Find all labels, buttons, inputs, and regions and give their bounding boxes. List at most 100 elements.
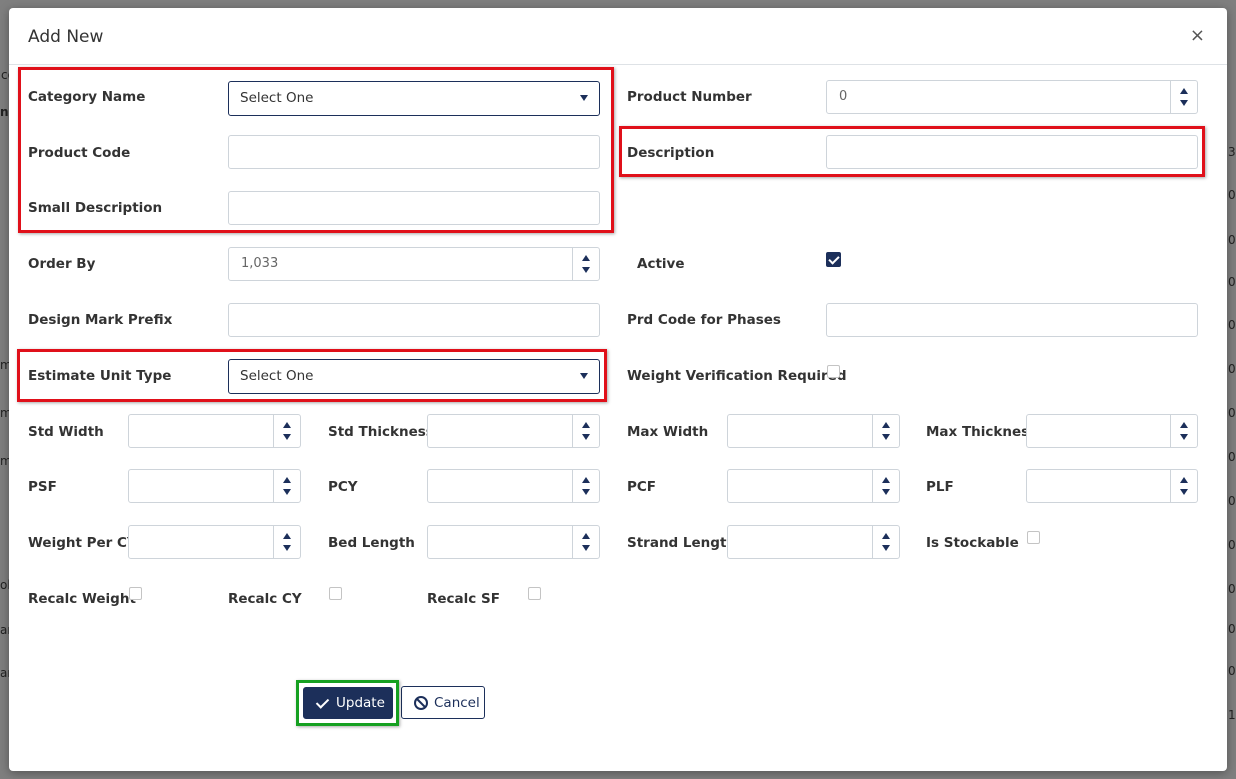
spin-down-icon[interactable] (582, 545, 590, 551)
prd-code-for-phases-input[interactable] (826, 303, 1198, 337)
std-thickness-label: Std Thickness (328, 424, 434, 440)
product-number-label: Product Number (627, 89, 752, 105)
bg-text: 0 (1228, 318, 1236, 332)
spin-up-icon[interactable] (582, 533, 590, 539)
weight-verification-required-label: Weight Verification Required (627, 368, 847, 384)
highlight-box-category-group (18, 67, 614, 233)
std-thickness-input[interactable] (427, 414, 600, 448)
max-width-label: Max Width (627, 424, 709, 440)
order-by-input[interactable]: 1,033 (228, 247, 600, 281)
weight-verification-required-checkbox[interactable] (827, 365, 840, 378)
spin-up-icon[interactable] (283, 533, 291, 539)
std-width-spinner[interactable] (273, 415, 300, 447)
design-mark-prefix-input[interactable] (228, 303, 600, 337)
weight-per-cy-label: Weight Per CY (28, 535, 137, 551)
bed-length-spinner[interactable] (572, 526, 599, 558)
spin-down-icon[interactable] (1180, 489, 1188, 495)
spin-down-icon[interactable] (283, 434, 291, 440)
pcy-spinner[interactable] (572, 470, 599, 502)
active-checkbox[interactable] (826, 252, 841, 267)
std-thickness-spinner[interactable] (572, 415, 599, 447)
spin-up-icon[interactable] (582, 422, 590, 428)
pcf-spinner[interactable] (872, 470, 899, 502)
design-mark-prefix-label: Design Mark Prefix (28, 312, 173, 328)
spin-down-icon[interactable] (582, 267, 590, 273)
spin-down-icon[interactable] (283, 489, 291, 495)
plf-label: PLF (926, 479, 954, 495)
modal-title: Add New (28, 27, 104, 47)
spin-up-icon[interactable] (882, 422, 890, 428)
spin-up-icon[interactable] (882, 533, 890, 539)
spin-up-icon[interactable] (582, 255, 590, 261)
cancel-button[interactable]: Cancel (401, 686, 485, 719)
product-number-input[interactable]: 0 (826, 80, 1198, 114)
plf-input[interactable] (1026, 469, 1198, 503)
spin-down-icon[interactable] (1180, 100, 1188, 106)
pcy-label: PCY (328, 479, 358, 495)
product-number-spinner[interactable] (1170, 81, 1197, 113)
spin-down-icon[interactable] (582, 434, 590, 440)
bg-text: 0 (1228, 233, 1236, 247)
spin-up-icon[interactable] (882, 477, 890, 483)
highlight-box-estimate-unit-type (17, 349, 607, 402)
bg-text: 1 (1228, 708, 1236, 722)
is-stockable-checkbox[interactable] (1027, 531, 1040, 544)
bg-text: 0 (1228, 622, 1236, 636)
close-icon[interactable]: × (1190, 25, 1205, 46)
prd-code-for-phases-label: Prd Code for Phases (627, 312, 781, 328)
max-thickness-label: Max Thickness (926, 424, 1038, 440)
max-width-input[interactable] (727, 414, 900, 448)
plf-spinner[interactable] (1170, 470, 1197, 502)
highlight-box-update (296, 680, 399, 726)
spin-down-icon[interactable] (882, 489, 890, 495)
psf-input[interactable] (128, 469, 301, 503)
strand-length-spinner[interactable] (872, 526, 899, 558)
bg-text: 0 (1228, 582, 1236, 596)
pcf-input[interactable] (727, 469, 900, 503)
spin-down-icon[interactable] (882, 434, 890, 440)
spin-up-icon[interactable] (582, 477, 590, 483)
spin-up-icon[interactable] (283, 477, 291, 483)
recalc-weight-checkbox[interactable] (129, 587, 142, 600)
cancel-button-label: Cancel (434, 695, 480, 711)
max-thickness-spinner[interactable] (1170, 415, 1197, 447)
bg-text: 0 (1228, 275, 1236, 289)
bg-text: 0 (1228, 538, 1236, 552)
spin-down-icon[interactable] (882, 545, 890, 551)
weight-per-cy-spinner[interactable] (273, 526, 300, 558)
spin-up-icon[interactable] (283, 422, 291, 428)
is-stockable-label: Is Stockable (926, 535, 1019, 551)
spin-down-icon[interactable] (283, 545, 291, 551)
spin-down-icon[interactable] (582, 489, 590, 495)
psf-spinner[interactable] (273, 470, 300, 502)
bg-text: 0 (1228, 494, 1236, 508)
bed-length-input[interactable] (427, 525, 600, 559)
spin-up-icon[interactable] (1180, 422, 1188, 428)
order-by-label: Order By (28, 256, 96, 272)
order-by-spinner[interactable] (572, 248, 599, 280)
strand-length-label: Strand Length (627, 535, 737, 551)
max-width-spinner[interactable] (872, 415, 899, 447)
std-width-input[interactable] (128, 414, 301, 448)
weight-per-cy-input[interactable] (128, 525, 301, 559)
psf-label: PSF (28, 479, 57, 495)
highlight-box-description (619, 126, 1205, 177)
bg-text: 0 (1228, 664, 1236, 678)
spin-down-icon[interactable] (1180, 434, 1188, 440)
recalc-cy-checkbox[interactable] (329, 587, 342, 600)
strand-length-input[interactable] (727, 525, 900, 559)
bg-text: 0 (1228, 362, 1236, 376)
recalc-sf-label: Recalc SF (427, 591, 500, 607)
spin-up-icon[interactable] (1180, 88, 1188, 94)
product-number-value: 0 (839, 89, 848, 104)
ban-icon (414, 696, 428, 710)
bg-text: 0 (1228, 450, 1236, 464)
background-right-edge: 3 0 0 0 0 0 0 0 0 0 0 0 0 1 (1226, 0, 1236, 779)
recalc-sf-checkbox[interactable] (528, 587, 541, 600)
pcy-input[interactable] (427, 469, 600, 503)
std-width-label: Std Width (28, 424, 104, 440)
spin-up-icon[interactable] (1180, 477, 1188, 483)
max-thickness-input[interactable] (1026, 414, 1198, 448)
recalc-cy-label: Recalc CY (228, 591, 302, 607)
pcf-label: PCF (627, 479, 657, 495)
